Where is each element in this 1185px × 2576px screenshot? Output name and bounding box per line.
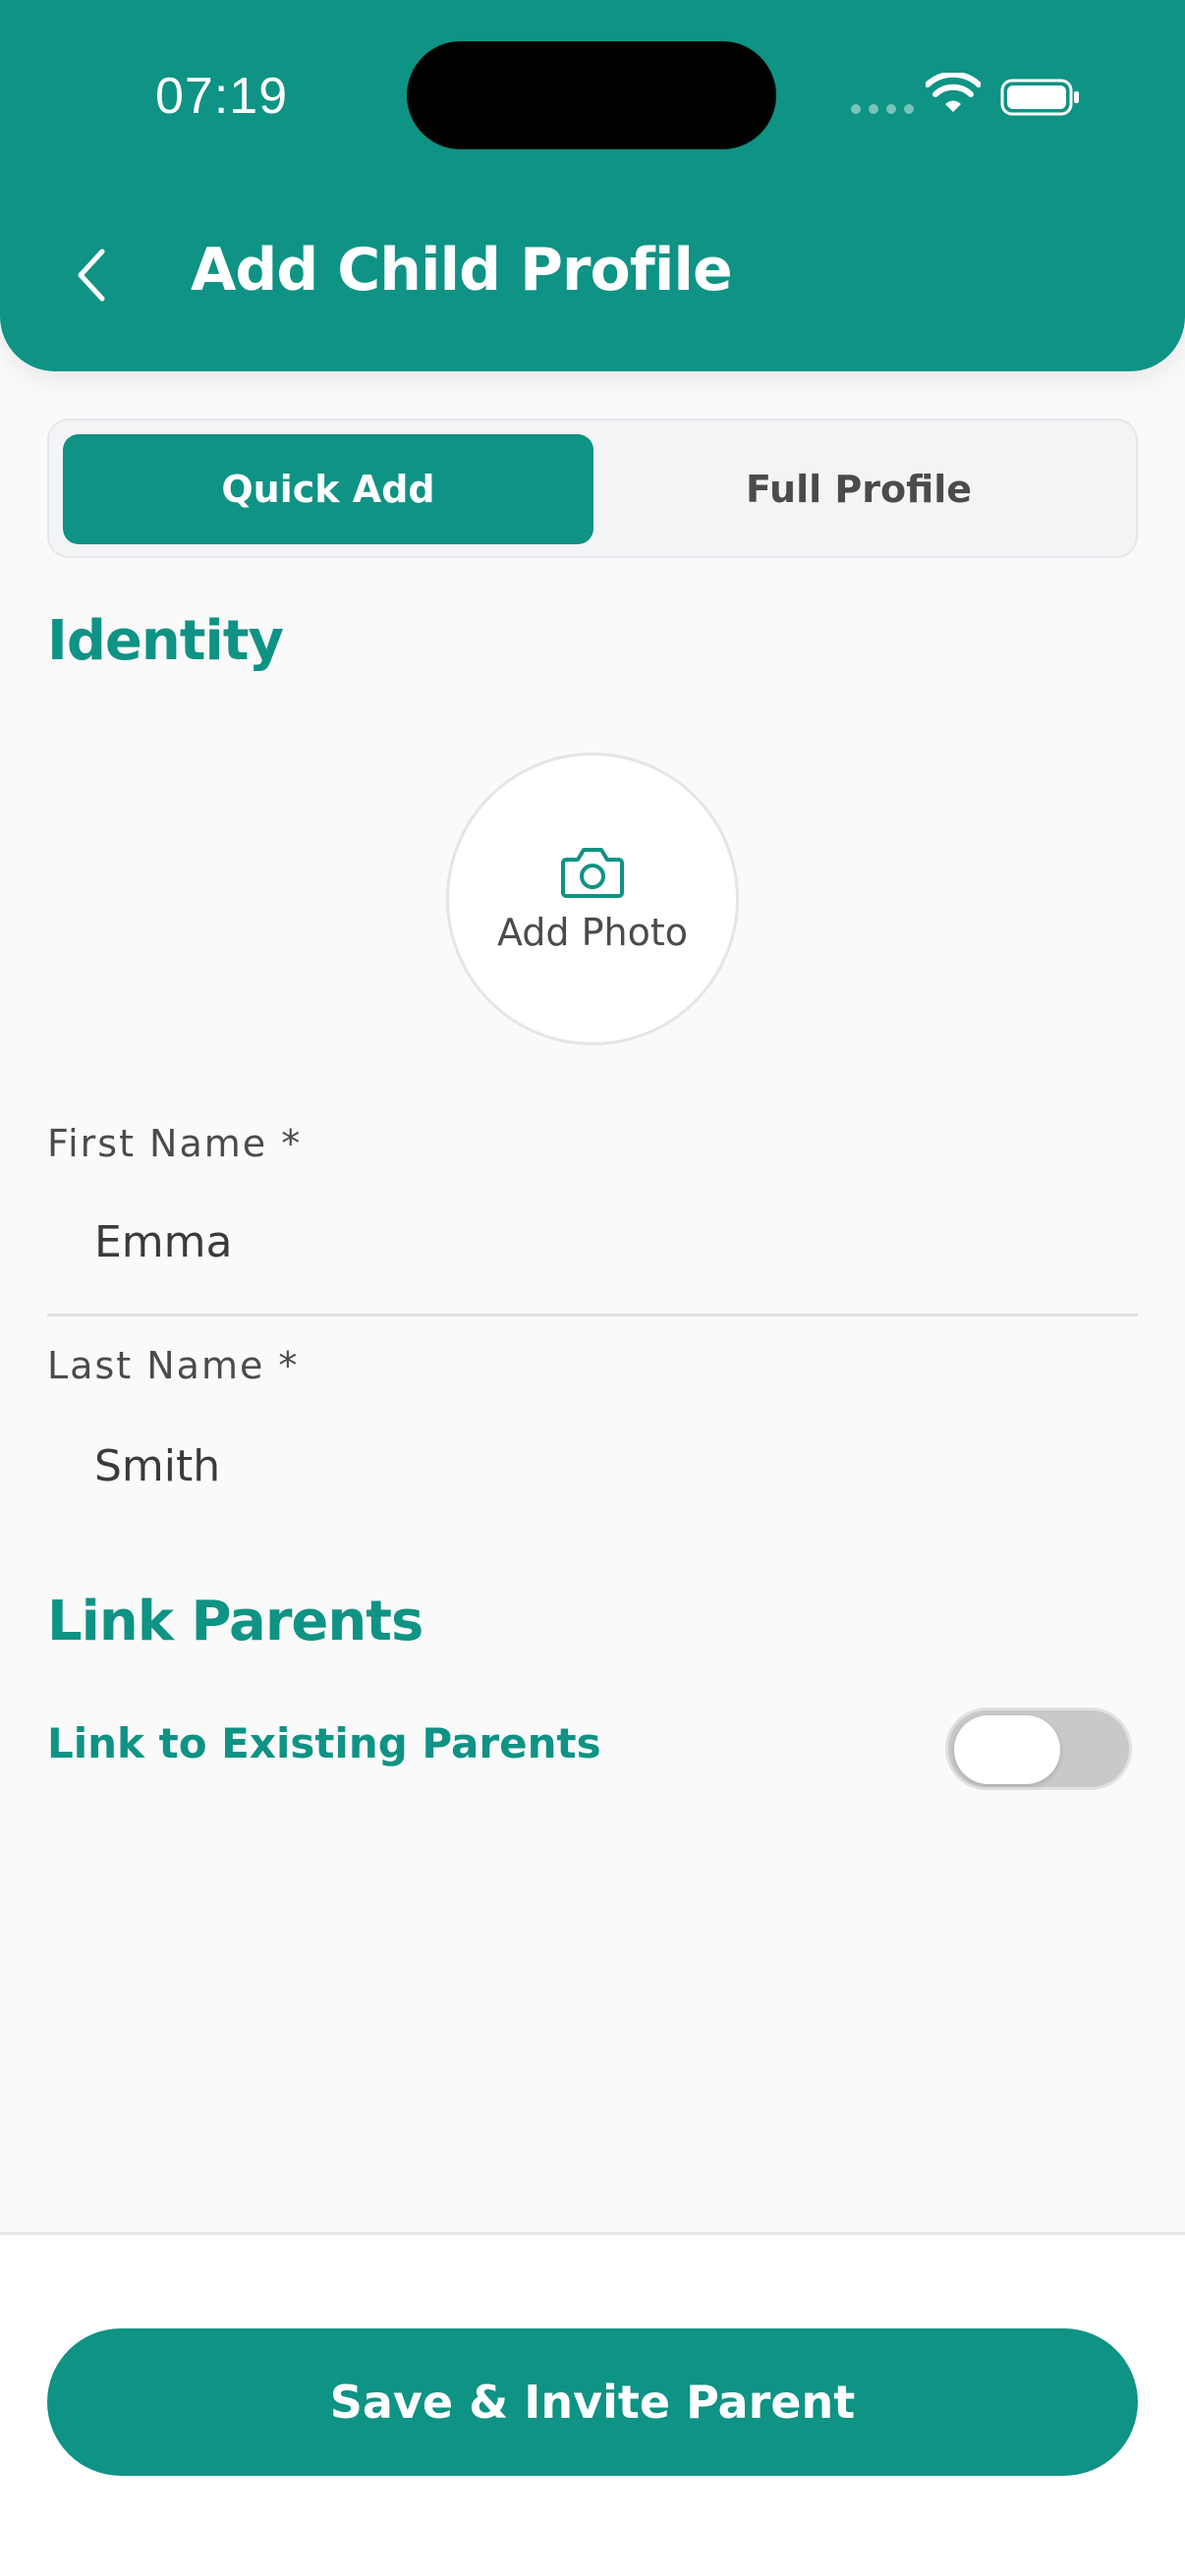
first-name-input[interactable] <box>94 1203 1087 1281</box>
tab-quick-add[interactable]: Quick Add <box>63 434 593 544</box>
back-button[interactable] <box>63 236 122 314</box>
status-time: 07:19 <box>155 68 289 125</box>
add-child-profile-screen: 07:19 Add Child Profile Quick Add Full P… <box>0 0 1185 2576</box>
page-title: Add Child Profile <box>191 236 733 305</box>
dynamic-island <box>407 41 776 149</box>
first-name-label: First Name * <box>47 1122 303 1165</box>
save-invite-parent-button[interactable]: Save & Invite Parent <box>47 2328 1138 2476</box>
link-parents-section-title: Link Parents <box>47 1590 423 1653</box>
tab-full-profile[interactable]: Full Profile <box>593 434 1124 544</box>
profile-mode-segmented-control: Quick Add Full Profile <box>47 419 1138 558</box>
camera-icon <box>561 848 624 898</box>
battery-icon <box>1000 79 1079 116</box>
cellular-signal-icon <box>851 104 914 114</box>
first-name-divider <box>47 1314 1138 1316</box>
chevron-left-icon <box>78 249 105 302</box>
last-name-label: Last Name * <box>47 1344 300 1387</box>
link-existing-parents-label: Link to Existing Parents <box>47 1719 601 1767</box>
header: 07:19 Add Child Profile <box>0 0 1185 371</box>
link-existing-parents-toggle[interactable] <box>945 1708 1132 1790</box>
identity-section-title: Identity <box>47 609 284 673</box>
last-name-input[interactable] <box>94 1427 1087 1505</box>
add-photo-button[interactable]: Add Photo <box>446 753 739 1045</box>
wifi-icon <box>926 73 981 112</box>
add-photo-label: Add Photo <box>496 911 689 954</box>
toggle-knob <box>954 1715 1060 1784</box>
